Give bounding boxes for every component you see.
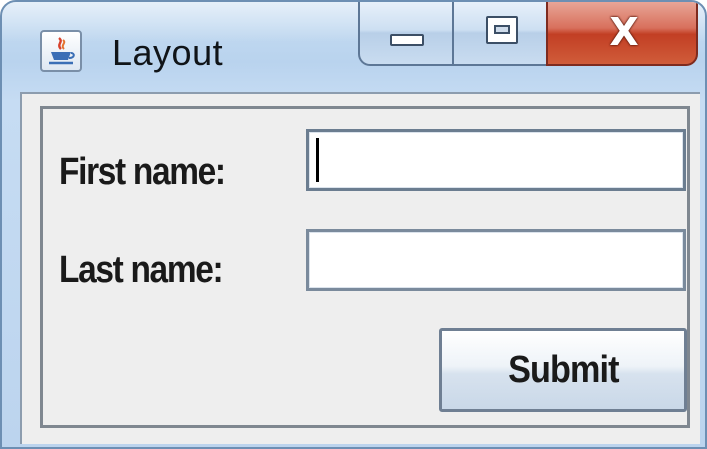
java-cup-icon-glyph [49, 37, 75, 65]
submit-button[interactable]: Submit [439, 328, 687, 412]
java-cup-icon[interactable] [40, 30, 82, 72]
submit-button-label: Submit [507, 348, 619, 391]
minimize-button[interactable] [358, 2, 454, 66]
text-caret [316, 138, 319, 182]
minimize-icon [390, 34, 424, 46]
last-name-field[interactable] [306, 229, 686, 291]
title-bar[interactable]: Layout X [2, 2, 705, 98]
caption-buttons: X [358, 2, 698, 66]
close-button[interactable]: X [546, 2, 698, 66]
maximize-button[interactable] [452, 2, 548, 66]
app-window: Layout X First name: Last name: Submit [0, 0, 707, 449]
form-panel: First name: Last name: Submit [40, 106, 690, 428]
close-icon: X [609, 10, 639, 54]
first-name-field[interactable] [306, 129, 686, 191]
maximize-icon [486, 16, 518, 44]
last-name-label: Last name: [59, 249, 224, 291]
first-name-label: First name: [59, 151, 226, 193]
client-area: First name: Last name: Submit [20, 92, 700, 444]
window-title: Layout [112, 32, 224, 73]
